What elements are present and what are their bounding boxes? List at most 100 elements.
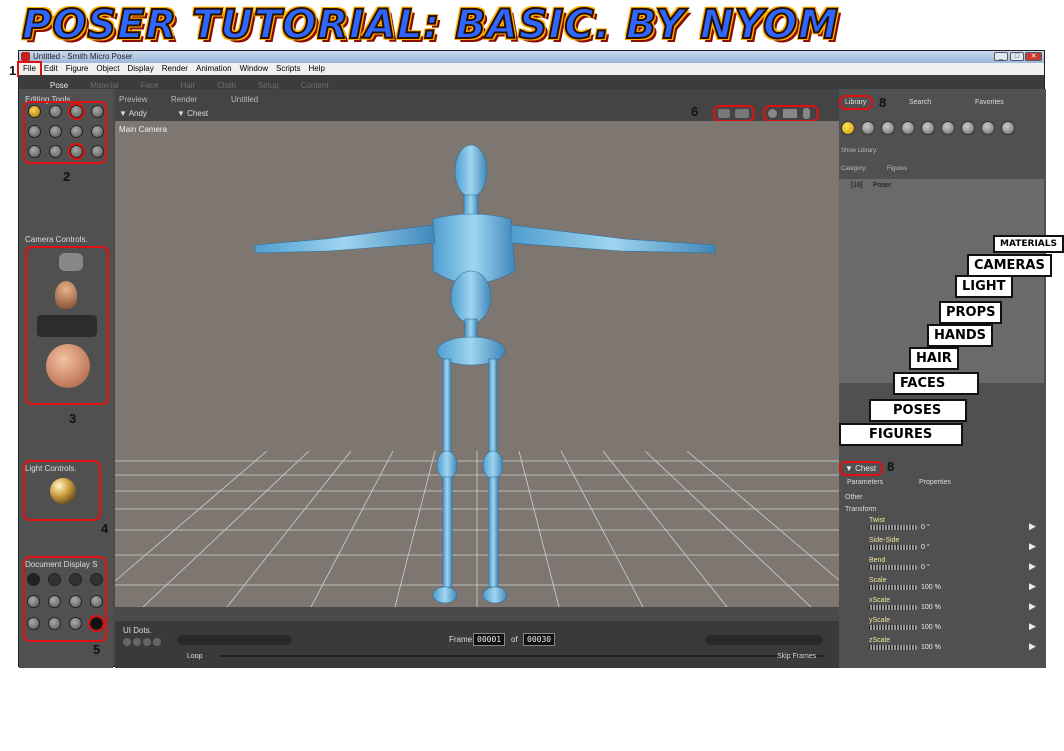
hair-library-icon[interactable] bbox=[901, 121, 915, 135]
translate-tool-icon[interactable] bbox=[68, 103, 85, 120]
poses-library-icon[interactable] bbox=[861, 121, 875, 135]
smooth-lined-style-icon[interactable] bbox=[69, 617, 82, 630]
materials-library-icon[interactable] bbox=[1001, 121, 1015, 135]
direct-manipulation-tool-icon[interactable] bbox=[91, 145, 104, 158]
camera-selector-icon[interactable] bbox=[37, 315, 97, 337]
param-menu-arrow-icon[interactable]: ▶ bbox=[1029, 621, 1036, 632]
tab-properties[interactable]: Properties bbox=[919, 479, 951, 486]
faces-library-icon[interactable] bbox=[881, 121, 895, 135]
hand-cameras-icon[interactable] bbox=[59, 253, 83, 271]
tab-preview[interactable]: Preview bbox=[119, 95, 147, 104]
smooth-shaded-style-icon[interactable] bbox=[48, 617, 61, 630]
scale-tool-icon[interactable] bbox=[28, 125, 41, 138]
actor-select[interactable]: ▼ Chest bbox=[845, 464, 876, 473]
lit-wireframe-style-icon[interactable] bbox=[27, 595, 40, 608]
ui-dot-icon[interactable] bbox=[143, 638, 151, 646]
menu-object[interactable]: Object bbox=[92, 63, 123, 75]
cameras-library-icon[interactable] bbox=[981, 121, 995, 135]
menu-scripts[interactable]: Scripts bbox=[272, 63, 304, 75]
silhouette-style-icon[interactable] bbox=[27, 573, 40, 586]
move-camera-icon[interactable] bbox=[783, 109, 797, 118]
light-library-icon[interactable] bbox=[961, 121, 975, 135]
figures-library-icon[interactable] bbox=[841, 121, 855, 135]
param-yscale-dial[interactable] bbox=[869, 625, 917, 630]
param-menu-arrow-icon[interactable]: ▶ bbox=[1029, 561, 1036, 572]
light-sphere-icon[interactable] bbox=[50, 478, 76, 504]
group-transform[interactable]: Transform bbox=[845, 506, 877, 513]
view-option-icon[interactable] bbox=[718, 109, 730, 118]
tab-library[interactable]: Library bbox=[845, 99, 866, 106]
param-menu-arrow-icon[interactable]: ▶ bbox=[1029, 521, 1036, 532]
param-twist-dial[interactable] bbox=[869, 525, 917, 530]
tab-parameters[interactable]: Parameters bbox=[847, 479, 883, 486]
maximize-button[interactable]: □ bbox=[1010, 52, 1024, 61]
grouping-tool-icon[interactable] bbox=[28, 145, 41, 158]
hands-library-icon[interactable] bbox=[921, 121, 935, 135]
rotate-tool-icon[interactable] bbox=[28, 105, 41, 118]
param-bend-dial[interactable] bbox=[869, 565, 917, 570]
tab-search[interactable]: Search bbox=[909, 99, 931, 106]
wireframe-style-icon[interactable] bbox=[69, 573, 82, 586]
hidden-line-style-icon[interactable] bbox=[90, 573, 103, 586]
color-tool-icon[interactable] bbox=[91, 125, 104, 138]
menu-display[interactable]: Display bbox=[124, 63, 158, 75]
view-magnifier-tool-icon[interactable] bbox=[49, 145, 62, 158]
param-bend[interactable]: Bend 0 ° bbox=[869, 557, 930, 571]
param-xscale-dial[interactable] bbox=[869, 605, 917, 610]
param-xscale[interactable]: xScale 100 % bbox=[869, 597, 941, 611]
figure-select[interactable]: ▼ Andy bbox=[119, 109, 147, 118]
param-scale[interactable]: Scale 100 % bbox=[869, 577, 941, 591]
param-scale-dial[interactable] bbox=[869, 585, 917, 590]
param-menu-arrow-icon[interactable]: ▶ bbox=[1029, 601, 1036, 612]
translate-in-out-tool-icon[interactable] bbox=[91, 105, 104, 118]
tab-favorites[interactable]: Favorites bbox=[975, 99, 1004, 106]
param-menu-arrow-icon[interactable]: ▶ bbox=[1029, 541, 1036, 552]
frame-total-input[interactable]: 00030 bbox=[523, 633, 556, 646]
ui-dot-icon[interactable] bbox=[153, 638, 161, 646]
3d-viewport[interactable]: Main Camera bbox=[115, 121, 840, 607]
flat-shaded-style-icon[interactable] bbox=[48, 595, 61, 608]
param-side-side-dial[interactable] bbox=[869, 545, 917, 550]
param-twist[interactable]: Twist 0 ° bbox=[869, 517, 930, 531]
menu-help[interactable]: Help bbox=[304, 63, 328, 75]
param-menu-arrow-icon[interactable]: ▶ bbox=[1029, 581, 1036, 592]
playback-controls[interactable] bbox=[177, 635, 292, 645]
menu-render[interactable]: Render bbox=[158, 63, 192, 75]
group-other[interactable]: Other bbox=[845, 494, 863, 501]
ui-dot-icon[interactable] bbox=[133, 638, 141, 646]
cartoon-style-icon[interactable] bbox=[90, 595, 103, 608]
head-camera-icon[interactable] bbox=[55, 281, 77, 309]
morph-tool-icon[interactable] bbox=[68, 143, 85, 160]
ui-dot-icon[interactable] bbox=[123, 638, 131, 646]
minimize-button[interactable]: _ bbox=[994, 52, 1008, 61]
param-zscale[interactable]: zScale 100 % bbox=[869, 637, 941, 651]
param-yscale[interactable]: yScale 100 % bbox=[869, 617, 941, 631]
keyframe-controls[interactable] bbox=[705, 635, 823, 645]
frame-current-input[interactable]: 00001 bbox=[473, 633, 506, 646]
outline-style-icon[interactable] bbox=[48, 573, 61, 586]
part-select[interactable]: ▼ Chest bbox=[177, 109, 208, 118]
param-side-side[interactable]: Side-Side 0 ° bbox=[869, 537, 930, 551]
menu-window[interactable]: Window bbox=[236, 63, 272, 75]
tab-untitled[interactable]: Untitled bbox=[231, 95, 258, 104]
param-zscale-dial[interactable] bbox=[869, 645, 917, 650]
menu-figure[interactable]: Figure bbox=[62, 63, 93, 75]
twist-tool-icon[interactable] bbox=[49, 105, 62, 118]
skip-frames-toggle[interactable]: Skip Frames bbox=[777, 653, 816, 660]
zoom-camera-icon[interactable] bbox=[803, 108, 810, 119]
props-library-icon[interactable] bbox=[941, 121, 955, 135]
cartoon-line-style-icon[interactable] bbox=[27, 617, 40, 630]
menu-file[interactable]: File bbox=[17, 61, 42, 77]
timeline-slider[interactable] bbox=[219, 655, 823, 657]
loop-toggle[interactable]: Loop bbox=[187, 653, 203, 660]
param-menu-arrow-icon[interactable]: ▶ bbox=[1029, 641, 1036, 652]
taper-tool-icon[interactable] bbox=[49, 125, 62, 138]
chain-break-tool-icon[interactable] bbox=[70, 125, 83, 138]
figure-mannequin[interactable] bbox=[115, 121, 840, 607]
tab-render[interactable]: Render bbox=[171, 95, 197, 104]
close-button[interactable]: ✕ bbox=[1025, 52, 1042, 61]
view-layout-icon[interactable] bbox=[735, 109, 749, 118]
texture-shaded-style-icon[interactable] bbox=[88, 615, 105, 632]
camera-icon[interactable] bbox=[768, 109, 777, 118]
flat-lined-style-icon[interactable] bbox=[69, 595, 82, 608]
